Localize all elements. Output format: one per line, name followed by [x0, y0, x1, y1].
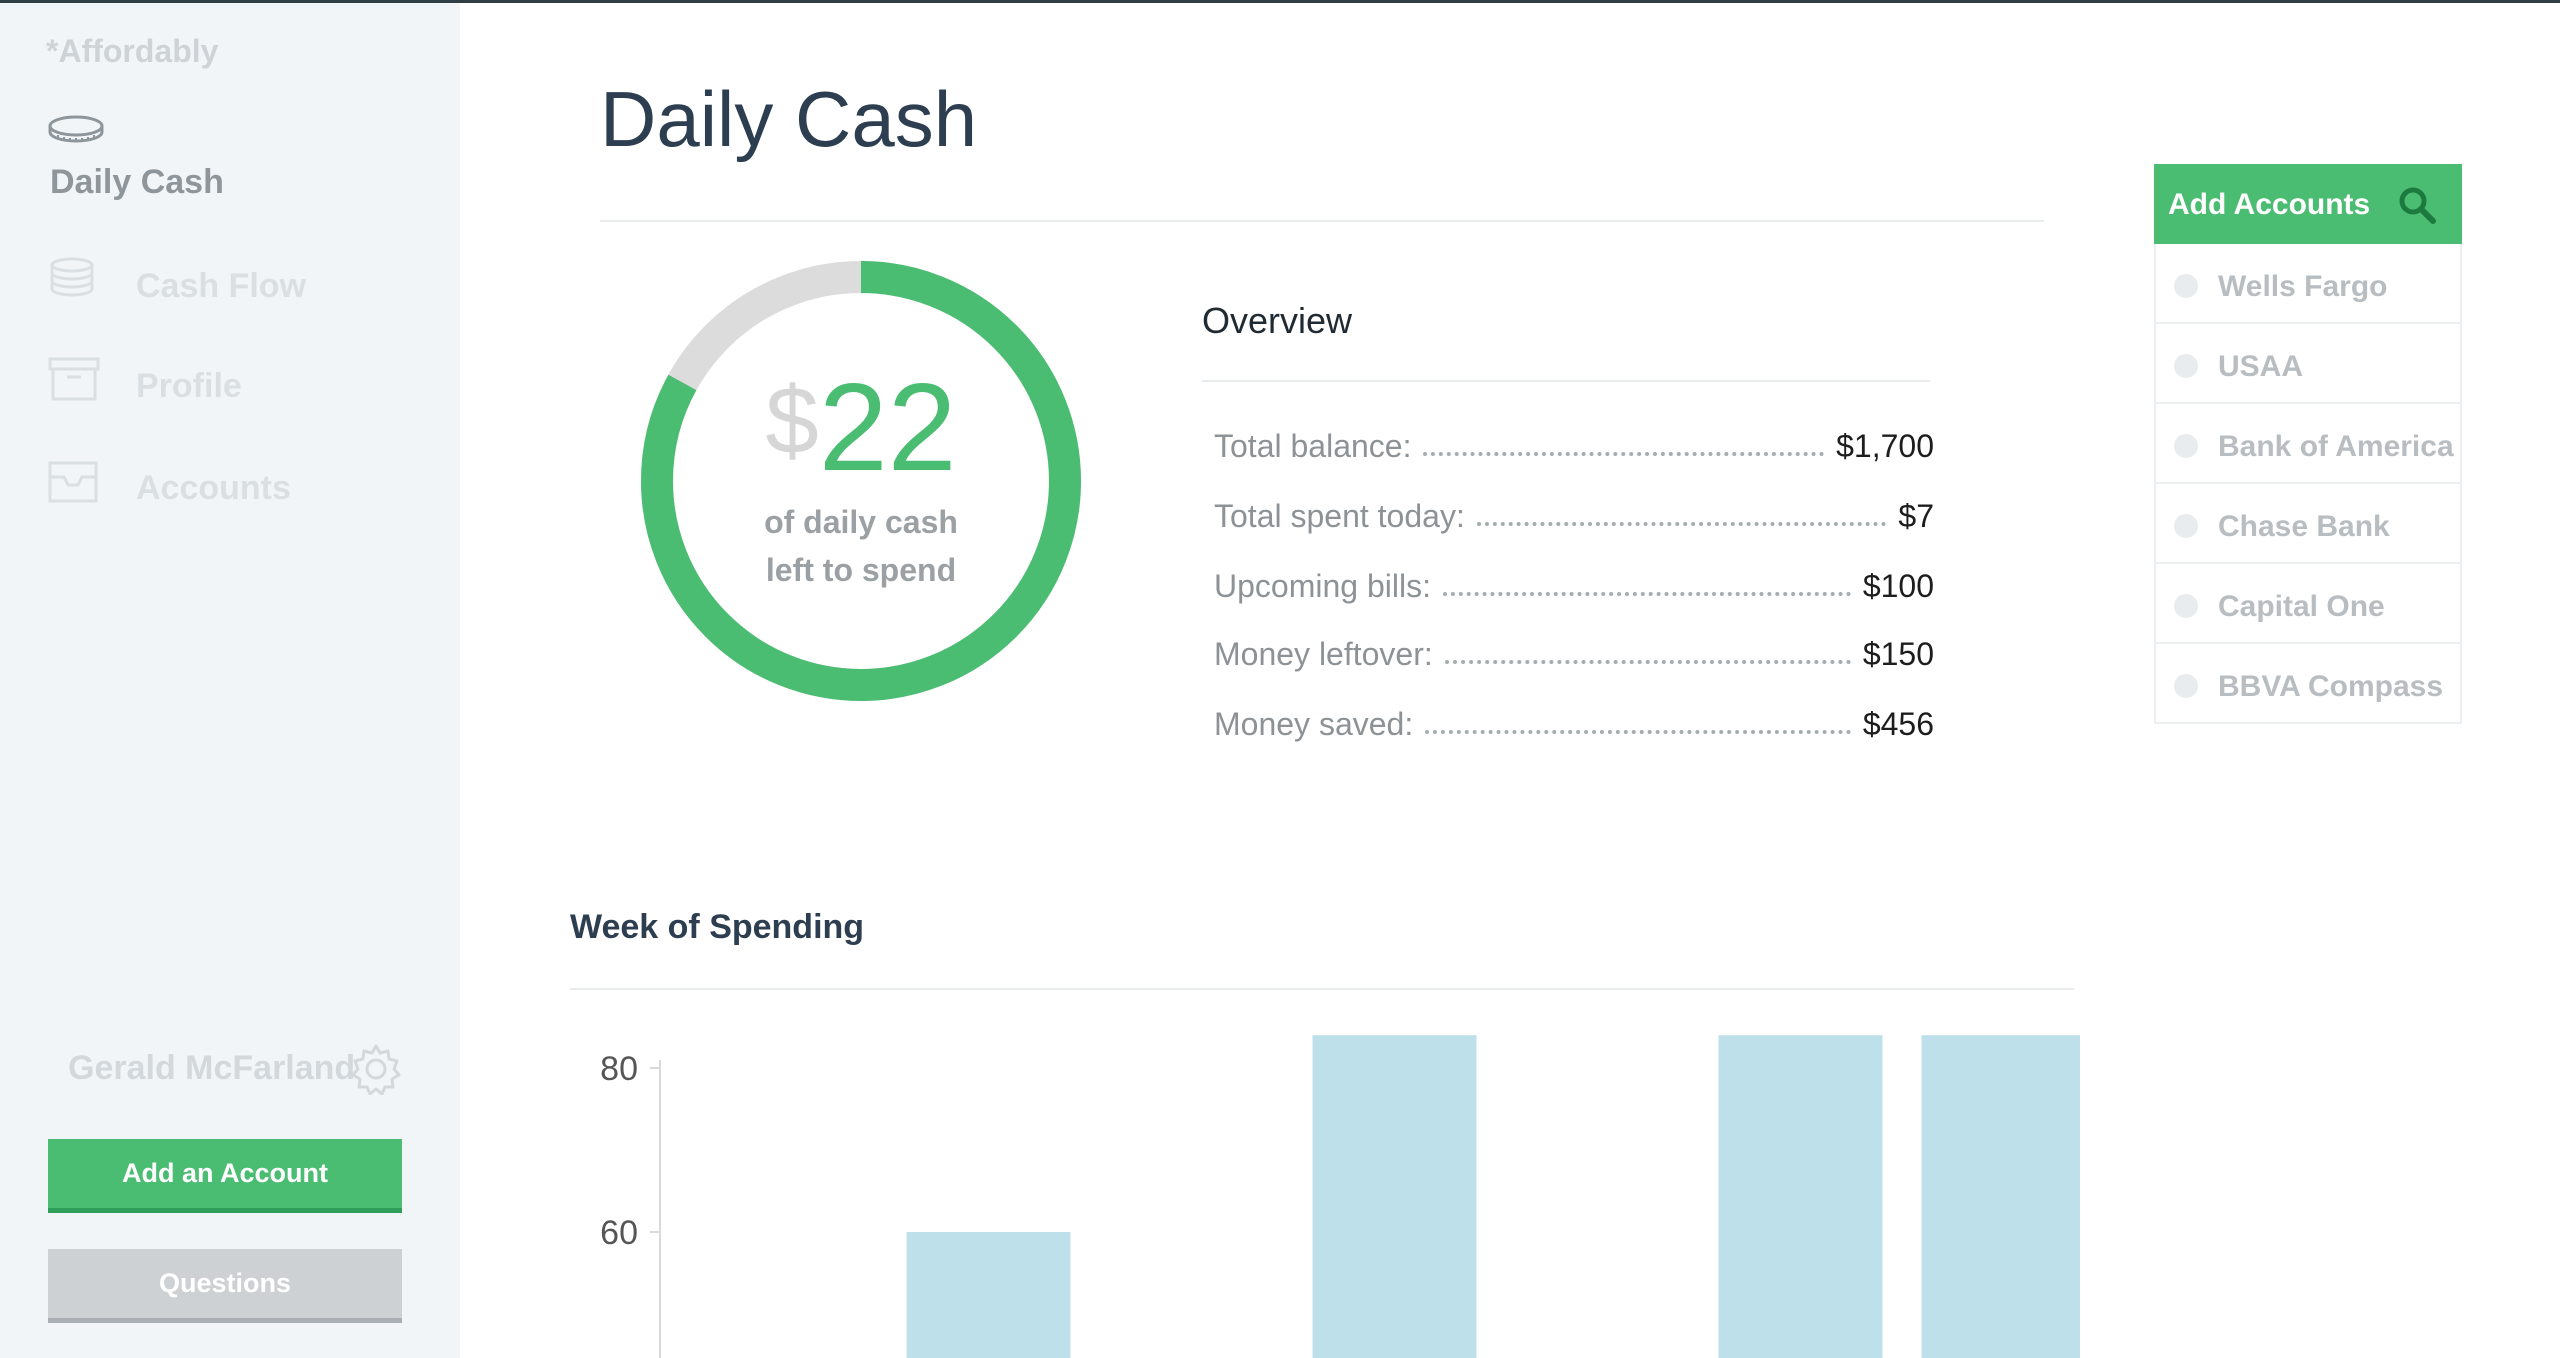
radio-icon [2174, 594, 2198, 618]
search-icon[interactable] [2396, 184, 2438, 234]
gear-icon[interactable] [350, 1043, 402, 1100]
account-item-bank-of-america[interactable]: Bank of America [2154, 404, 2462, 484]
spending-bar[interactable] [906, 1232, 1071, 1358]
box-icon [48, 357, 100, 406]
nav-item-label: Profile [136, 367, 242, 405]
account-item-capital-one[interactable]: Capital One [2154, 564, 2462, 644]
account-item-chase-bank[interactable]: Chase Bank [2154, 484, 2462, 564]
gauge-caption: of daily cash left to spend [640, 498, 1082, 594]
gauge-caption-line2: left to spend [765, 552, 957, 588]
questions-button[interactable]: Questions [48, 1249, 402, 1323]
overview-row-total-balance: Total balance: $1,700 [1214, 424, 1934, 468]
dotted-leader [1442, 588, 1851, 596]
account-name: Chase Bank [2218, 510, 2390, 543]
overview-divider [1202, 380, 1930, 382]
sidebar: *Affordably Daily Cash Cash Flow Profile… [0, 3, 460, 1358]
nav-item-label: Cash Flow [136, 267, 307, 305]
overview-label: Total spent today: [1214, 497, 1465, 534]
add-accounts-title: Add Accounts [2168, 188, 2371, 221]
radio-icon [2174, 274, 2198, 298]
spending-bar[interactable] [1921, 1035, 2081, 1358]
overview-label: Total balance: [1214, 427, 1412, 464]
overview-title: Overview [1202, 300, 1353, 341]
overview-value: $456 [1862, 705, 1934, 742]
nav-item-label: Accounts [136, 469, 291, 507]
coin-stack-icon [48, 257, 96, 306]
dotted-leader [1444, 656, 1851, 664]
gauge-caption-line1: of daily cash [764, 504, 958, 540]
overview-row-money-leftover: Money leftover: $150 [1214, 632, 1934, 676]
user-name[interactable]: Gerald McFarland [68, 1049, 355, 1088]
overview-value: $1,700 [1836, 427, 1934, 464]
gauge-value: 22 [818, 359, 957, 497]
overview-label: Upcoming bills: [1214, 567, 1431, 604]
overview-row-money-saved: Money saved: $456 [1214, 702, 1934, 746]
overview-value: $7 [1898, 497, 1934, 534]
overview-row-total-spent: Total spent today: $7 [1214, 494, 1934, 538]
page-title: Daily Cash [600, 75, 978, 163]
gauge-currency: $ [765, 367, 819, 474]
overview-value: $150 [1862, 635, 1934, 672]
radio-icon [2174, 514, 2198, 538]
account-name: Bank of America [2218, 430, 2454, 463]
dotted-leader [1476, 518, 1887, 526]
account-name: Capital One [2218, 590, 2385, 623]
brand-logo[interactable]: *Affordably [46, 33, 218, 70]
add-account-button[interactable]: Add an Account [48, 1139, 402, 1213]
account-item-bbva-compass[interactable]: BBVA Compass [2154, 644, 2462, 724]
dotted-leader [1423, 448, 1825, 456]
week-of-spending-title: Week of Spending [570, 908, 865, 946]
account-item-wells-fargo[interactable]: Wells Fargo [2154, 244, 2462, 324]
inbox-tray-icon [48, 459, 98, 508]
account-name: USAA [2218, 350, 2304, 383]
account-item-usaa[interactable]: USAA [2154, 324, 2462, 404]
radio-icon [2174, 434, 2198, 458]
add-accounts-panel: Add Accounts Wells Fargo USAA Bank of Am… [2154, 164, 2462, 724]
gauge-amount: $22 [640, 366, 1082, 490]
overview-value: $100 [1862, 567, 1934, 604]
y-tick-label: 80 [600, 1050, 638, 1088]
title-divider [600, 220, 2044, 222]
overview-label: Money saved: [1214, 705, 1414, 742]
overview-row-upcoming-bills: Upcoming bills: $100 [1214, 564, 1934, 608]
y-tick-label: 60 [600, 1214, 638, 1252]
spending-bar[interactable] [1312, 1035, 1477, 1358]
week-of-spending-chart: 80 60 [600, 1035, 2081, 1358]
spending-bar[interactable] [1718, 1035, 1883, 1358]
radio-icon [2174, 354, 2198, 378]
add-accounts-header[interactable]: Add Accounts [2154, 164, 2462, 244]
coin-icon [48, 115, 104, 150]
radio-icon [2174, 674, 2198, 698]
dotted-leader [1425, 726, 1851, 734]
nav-item-label: Daily Cash [50, 163, 224, 201]
overview-label: Money leftover: [1214, 635, 1433, 672]
account-name: BBVA Compass [2218, 670, 2444, 703]
account-name: Wells Fargo [2218, 270, 2388, 303]
week-divider [570, 988, 2074, 990]
